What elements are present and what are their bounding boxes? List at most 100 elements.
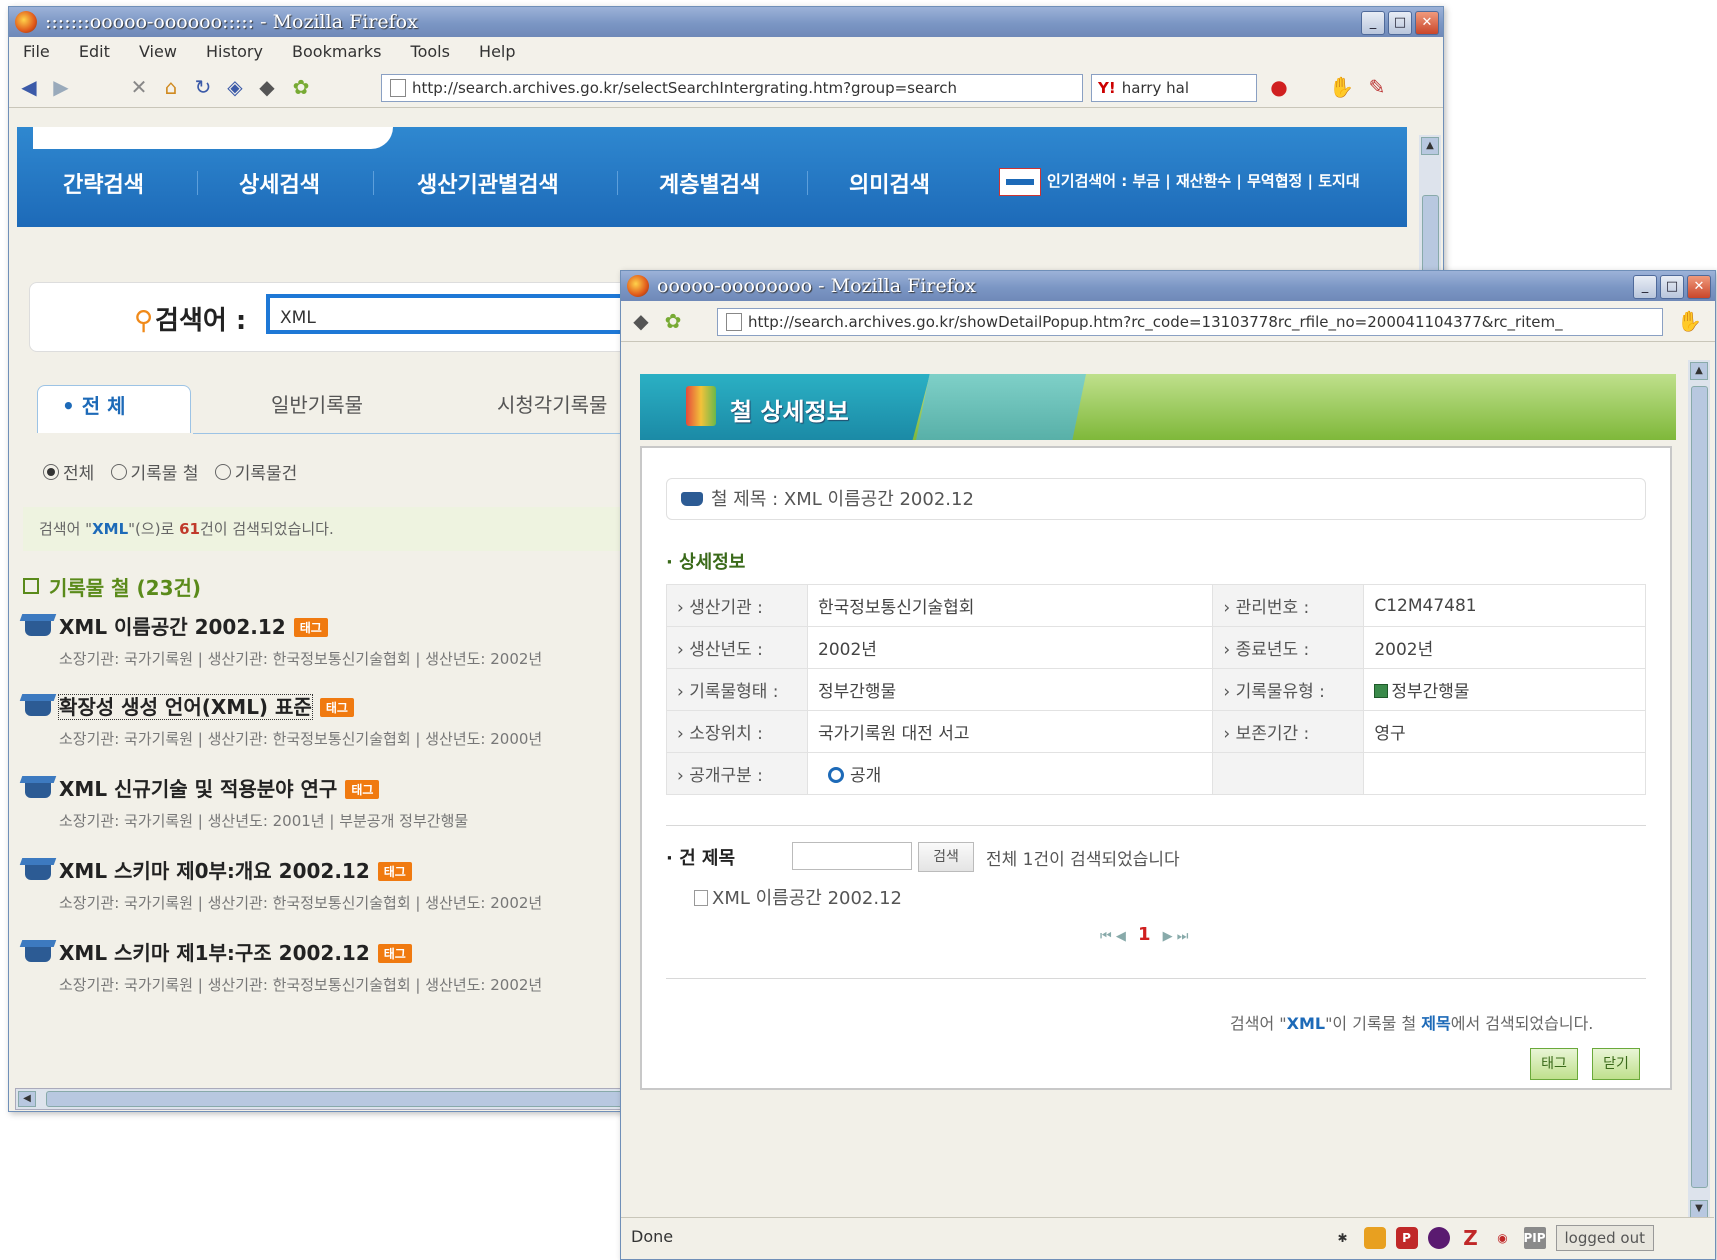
main-url-bar[interactable]: http://search.archives.go.kr/selectSearc… [381,74,1083,102]
detail-value: 한국정보통신기술협회 [806,584,1214,627]
result-title[interactable]: XML 스키마 제0부:개요 2002.12 [59,859,370,883]
tag-button[interactable]: 태그 [293,618,328,637]
nav-hierarchy-search[interactable]: 계층별검색 [659,167,760,199]
forward-icon[interactable]: ▶ [49,75,73,99]
cube-icon[interactable] [1363,1227,1386,1249]
search-engine-box[interactable]: Y! harry hal [1091,74,1257,102]
navigation-toolbar: ◀ ▶ ✕ ⌂ ↻ ◈ ◆ ✿ http://search.archives.g… [9,67,1443,108]
result-title[interactable]: XML 이름공간 2002.12 [59,615,286,639]
graduation-cap-icon [25,944,51,962]
current-page[interactable]: 1 [1138,924,1151,945]
government-publication-icon [1374,684,1389,698]
back-icon[interactable]: ◀ [17,75,41,99]
popup-close-button[interactable]: ✕ [1687,275,1711,299]
tag-button[interactable]: 태그 [345,780,380,799]
list-item[interactable]: XML 이름공간 2002.12 [694,884,902,910]
tag-button[interactable]: 태그 [377,944,412,963]
bug-icon[interactable]: ✱ [1332,1227,1354,1249]
zotero-icon[interactable]: Z [1460,1227,1482,1249]
menu-bookmarks[interactable]: Bookmarks [292,42,381,61]
detail-header-title: 철 상세정보 [730,398,849,426]
nav-detail-search[interactable]: 상세검색 [239,167,320,199]
zoom-icon[interactable]: ✿ [289,75,313,99]
tab-audiovisual-records[interactable]: 시청각기록물 [497,385,607,433]
filter-all[interactable]: 전체 [43,464,94,484]
grab-icon[interactable]: ✋ [1677,309,1702,333]
filter-record-file[interactable]: 기록물 철 [110,464,198,484]
zoom-icon[interactable]: ✿ [661,309,685,333]
category-heading: 기록물 철 (23건) [23,572,201,601]
addon-icon[interactable]: ◈ [223,75,247,99]
next-page-icon[interactable]: ▶ [1163,929,1173,944]
close-popup-button[interactable]: 닫기 [1592,1048,1640,1080]
minimize-button[interactable]: _ [1361,11,1385,35]
purple-dot-icon[interactable] [1427,1227,1450,1249]
adblock-icon[interactable]: ● [1267,75,1291,99]
grab-icon[interactable]: ✋ [1329,75,1354,99]
table-row: › 생산년도 : 2002년 › 종료년도 : 2002년 [666,626,1646,669]
graduation-cap-icon [25,780,51,798]
popup-title-bar: ooooo-oooooooo - Mozilla Firefox _ □ ✕ [621,271,1715,301]
tag-button[interactable]: 태그 [319,698,354,717]
popup-toolbar: ◆ ✿ http://search.archives.go.kr/showDet… [621,301,1715,342]
menu-bar: File Edit View History Bookmarks Tools H… [9,37,1443,68]
list-item[interactable]: XML 이름공간 2002.12 태그 소장기관: 국가기록원 | 생산기관: 한… [25,611,665,669]
table-row: › 공개구분 : 공개 [666,752,1646,795]
home-icon[interactable]: ⌂ [159,75,183,99]
stop-icon[interactable]: ✕ [127,75,151,99]
detail-value: 정부간행물 [1363,668,1646,711]
nav-simple-search[interactable]: 간략검색 [63,167,144,199]
result-title[interactable]: 확장성 생성 언어(XML) 표준 [58,694,313,720]
filter-radios: 전체 기록물 철 기록물건 [43,459,297,484]
popup-vertical-scrollbar[interactable]: ▲ ▼ [1688,360,1710,1220]
main-window-title: :::::::ooooo-oooooo::::: - Mozilla Firef… [45,11,418,33]
list-item[interactable]: XML 스키마 제1부:구조 2002.12 태그 소장기관: 국가기록원 | 생… [25,937,665,995]
bookmark-tool-icon[interactable]: ◆ [255,75,279,99]
popular-terms[interactable]: 부금 | 재산환수 | 무역협정 | 토지대 [1132,172,1359,190]
main-vertical-scrollbar[interactable]: ▲ [1419,135,1441,277]
login-status[interactable]: logged out [1555,1225,1654,1251]
reload-icon[interactable]: ↻ [191,75,215,99]
item-search-button[interactable]: 검색 [918,842,974,872]
extension-icon[interactable]: ✎ [1365,75,1389,99]
last-page-icon[interactable]: ⏭ [1177,929,1189,944]
tag-button[interactable]: 태그 [1530,1048,1578,1080]
close-button[interactable]: ✕ [1415,11,1439,35]
tab-general-records[interactable]: 일반기록물 [271,385,363,433]
flag-icon[interactable]: ◉ [1492,1227,1514,1249]
graduation-cap-icon [25,698,51,716]
tag-button[interactable]: 태그 [377,862,412,881]
popup-minimize-button[interactable]: _ [1633,275,1657,299]
menu-tools[interactable]: Tools [411,42,450,61]
list-item[interactable]: XML 스키마 제0부:개요 2002.12 태그 소장기관: 국가기록원 | 생… [25,855,665,913]
section-divider [666,978,1646,979]
pdf-icon[interactable]: P [1395,1227,1418,1249]
detail-label: › 생산년도 : [666,626,808,669]
menu-history[interactable]: History [206,42,263,61]
tab-all[interactable]: • 전 체 [37,385,191,433]
filter-record-item[interactable]: 기록물건 [214,464,297,484]
nav-semantic-search[interactable]: 의미검색 [849,167,930,199]
result-meta: 소장기관: 국가기록원 | 생산기관: 한국정보통신기술협회 | 생산년도: 2… [59,730,543,748]
list-item[interactable]: XML 신규기술 및 적용분야 연구 태그 소장기관: 국가기록원 | 생산년도:… [25,773,665,831]
nav-agency-search[interactable]: 생산기관별검색 [417,167,559,199]
detail-label: › 보존기간 : [1212,710,1365,753]
popup-maximize-button[interactable]: □ [1660,275,1684,299]
item-search-input[interactable] [792,842,912,870]
pip-icon[interactable]: PIP [1523,1227,1546,1249]
maximize-button[interactable]: □ [1388,11,1412,35]
popup-url-bar[interactable]: http://search.archives.go.kr/showDetailP… [717,308,1663,336]
menu-help[interactable]: Help [479,42,515,61]
bookmark-tool-icon[interactable]: ◆ [629,309,653,333]
menu-file[interactable]: File [23,42,50,61]
popular-badge-icon [999,167,1041,196]
result-title[interactable]: XML 스키마 제1부:구조 2002.12 [59,941,370,965]
status-text: Done [631,1227,674,1246]
menu-view[interactable]: View [139,42,177,61]
first-page-icon[interactable]: ⏮ [1100,929,1112,944]
main-horizontal-scrollbar[interactable]: ◀ [15,1088,677,1110]
prev-page-icon[interactable]: ◀ [1116,929,1126,944]
menu-edit[interactable]: Edit [79,42,110,61]
result-title[interactable]: XML 신규기술 및 적용분야 연구 [59,777,337,801]
list-item[interactable]: 확장성 생성 언어(XML) 표준 태그 소장기관: 국가기록원 | 생산기관: … [25,691,665,749]
